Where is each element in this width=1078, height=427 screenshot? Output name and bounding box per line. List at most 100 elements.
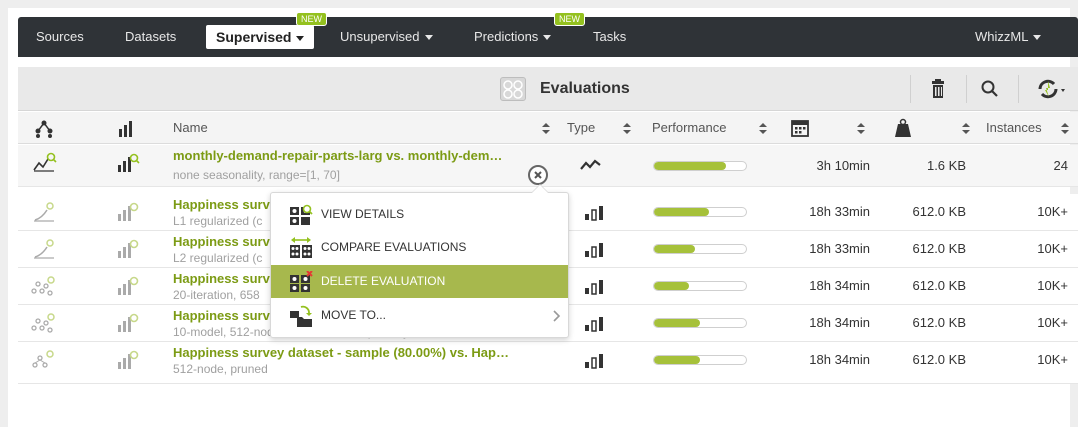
menu-item-view-details[interactable]: VIEW DETAILS <box>271 198 568 231</box>
toolbar-divider <box>1018 75 1019 103</box>
nav-whizzml-label: WhizzML <box>975 29 1029 44</box>
row-description: none seasonality, range=[1, 70] <box>173 168 340 182</box>
row-size: 612.0 KB <box>912 315 967 330</box>
menu-item-move-to[interactable]: MOVE TO... <box>271 299 568 332</box>
row-name[interactable]: Happiness surv <box>173 234 273 249</box>
performance-fill <box>654 208 710 216</box>
nav-supervised-label: Supervised <box>216 29 292 45</box>
weight-icon[interactable] <box>893 112 913 144</box>
column-name[interactable]: Name <box>173 112 208 144</box>
row-instances: 10K+ <box>1037 278 1068 293</box>
row-instances: 10K+ <box>1037 315 1068 330</box>
row-name[interactable]: Happiness surv <box>173 271 273 286</box>
evaluation-icon <box>116 348 140 384</box>
table-row[interactable]: Happiness survey dataset - sample (80.00… <box>18 342 1078 384</box>
search-button[interactable] <box>970 67 1010 111</box>
row-instances: 10K+ <box>1037 204 1068 219</box>
nav-datasets[interactable]: Datasets <box>125 17 176 57</box>
row-instances: 10K+ <box>1037 241 1068 256</box>
sort-icon[interactable] <box>857 123 865 134</box>
performance-bar <box>653 207 747 217</box>
nav-predictions-label: Predictions <box>474 29 539 44</box>
delete-button[interactable] <box>918 67 958 111</box>
menu-item-label: VIEW DETAILS <box>321 207 405 221</box>
row-name[interactable]: Happiness survey dataset - sample (80.00… <box>173 345 518 360</box>
performance-bar <box>653 161 747 171</box>
column-performance[interactable]: Performance <box>652 112 726 144</box>
calendar-icon[interactable] <box>791 112 809 144</box>
performance-fill <box>654 356 700 364</box>
nav-tasks[interactable]: Tasks <box>593 17 626 57</box>
performance-fill <box>654 282 689 290</box>
compare-icon <box>290 237 312 258</box>
performance-fill <box>654 245 696 253</box>
sort-icon[interactable] <box>542 123 550 134</box>
table-header: Name Type Performance Instances <box>18 112 1078 144</box>
nav-sources[interactable]: Sources <box>36 17 84 57</box>
menu-item-label: MOVE TO... <box>321 308 386 322</box>
chevron-down-icon <box>1033 35 1042 41</box>
search-icon <box>981 80 998 97</box>
sort-icon[interactable] <box>962 123 970 134</box>
table-row[interactable]: monthly-demand-repair-parts-larg vs. mon… <box>18 145 1078 187</box>
view-details-icon <box>290 204 313 225</box>
move-folder-icon <box>290 305 312 327</box>
row-age: 18h 33min <box>809 241 870 256</box>
chevron-right-icon <box>553 310 561 322</box>
trash-icon <box>932 79 944 98</box>
menu-item-compare-evaluations[interactable]: COMPARE EVALUATIONS <box>271 231 568 264</box>
section-title-bar: Evaluations <box>18 67 1078 111</box>
row-size: 612.0 KB <box>912 204 967 219</box>
new-badge: NEW <box>554 12 585 26</box>
nav-unsupervised-label: Unsupervised <box>340 29 420 44</box>
model-type-icon[interactable] <box>34 112 54 144</box>
nav-supervised[interactable]: Supervised NEW <box>206 12 327 49</box>
column-instances[interactable]: Instances <box>986 112 1042 144</box>
row-instances: 10K+ <box>1037 352 1068 367</box>
sort-icon[interactable] <box>623 123 631 134</box>
row-age: 18h 34min <box>809 278 870 293</box>
row-instances: 24 <box>1053 158 1068 173</box>
performance-fill <box>654 162 726 170</box>
performance-bar <box>653 318 747 328</box>
classification-type-icon <box>584 353 606 389</box>
bar-chart-icon[interactable] <box>118 112 134 144</box>
timeseries-type-icon <box>580 158 602 194</box>
nav-unsupervised[interactable]: Unsupervised <box>340 17 433 57</box>
row-description: L1 regularized (c <box>173 214 263 228</box>
page-title: Evaluations <box>540 80 630 97</box>
row-description: 20-iteration, 658 <box>173 288 260 302</box>
column-type[interactable]: Type <box>567 112 595 144</box>
chevron-down-icon <box>543 35 552 41</box>
evaluation-icon <box>116 151 140 187</box>
chevron-down-icon <box>296 35 305 41</box>
nav-whizzml[interactable]: WhizzML <box>975 17 1042 57</box>
row-name[interactable]: Happiness surv <box>173 197 273 212</box>
row-description: L2 regularized (c <box>173 251 263 265</box>
menu-item-label: DELETE EVALUATION <box>321 274 446 288</box>
toolbar-divider <box>966 75 967 103</box>
new-badge: NEW <box>296 12 327 26</box>
row-age: 3h 10min <box>816 158 870 173</box>
toolbar-divider <box>910 75 911 103</box>
performance-bar <box>653 244 747 254</box>
close-menu-button[interactable] <box>528 165 548 185</box>
sort-icon[interactable] <box>1061 123 1069 134</box>
row-name[interactable]: monthly-demand-repair-parts-larg vs. mon… <box>173 148 518 163</box>
row-age: 18h 34min <box>809 315 870 330</box>
chevron-down-icon <box>424 35 433 41</box>
row-size: 1.6 KB <box>926 158 966 173</box>
row-age: 18h 34min <box>809 352 870 367</box>
evaluations-icon <box>500 77 526 101</box>
sync-icon <box>1038 79 1065 99</box>
sync-button[interactable] <box>1026 67 1072 111</box>
sort-icon[interactable] <box>759 123 767 134</box>
tree-model-icon <box>30 348 58 384</box>
menu-item-delete-evaluation[interactable]: DELETE EVALUATION <box>271 265 568 298</box>
performance-bar <box>653 355 747 365</box>
nav-predictions[interactable]: Predictions NEW <box>474 12 585 57</box>
row-size: 612.0 KB <box>912 241 967 256</box>
menu-item-label: COMPARE EVALUATIONS <box>321 240 467 254</box>
row-size: 612.0 KB <box>912 278 967 293</box>
performance-bar <box>653 281 747 291</box>
